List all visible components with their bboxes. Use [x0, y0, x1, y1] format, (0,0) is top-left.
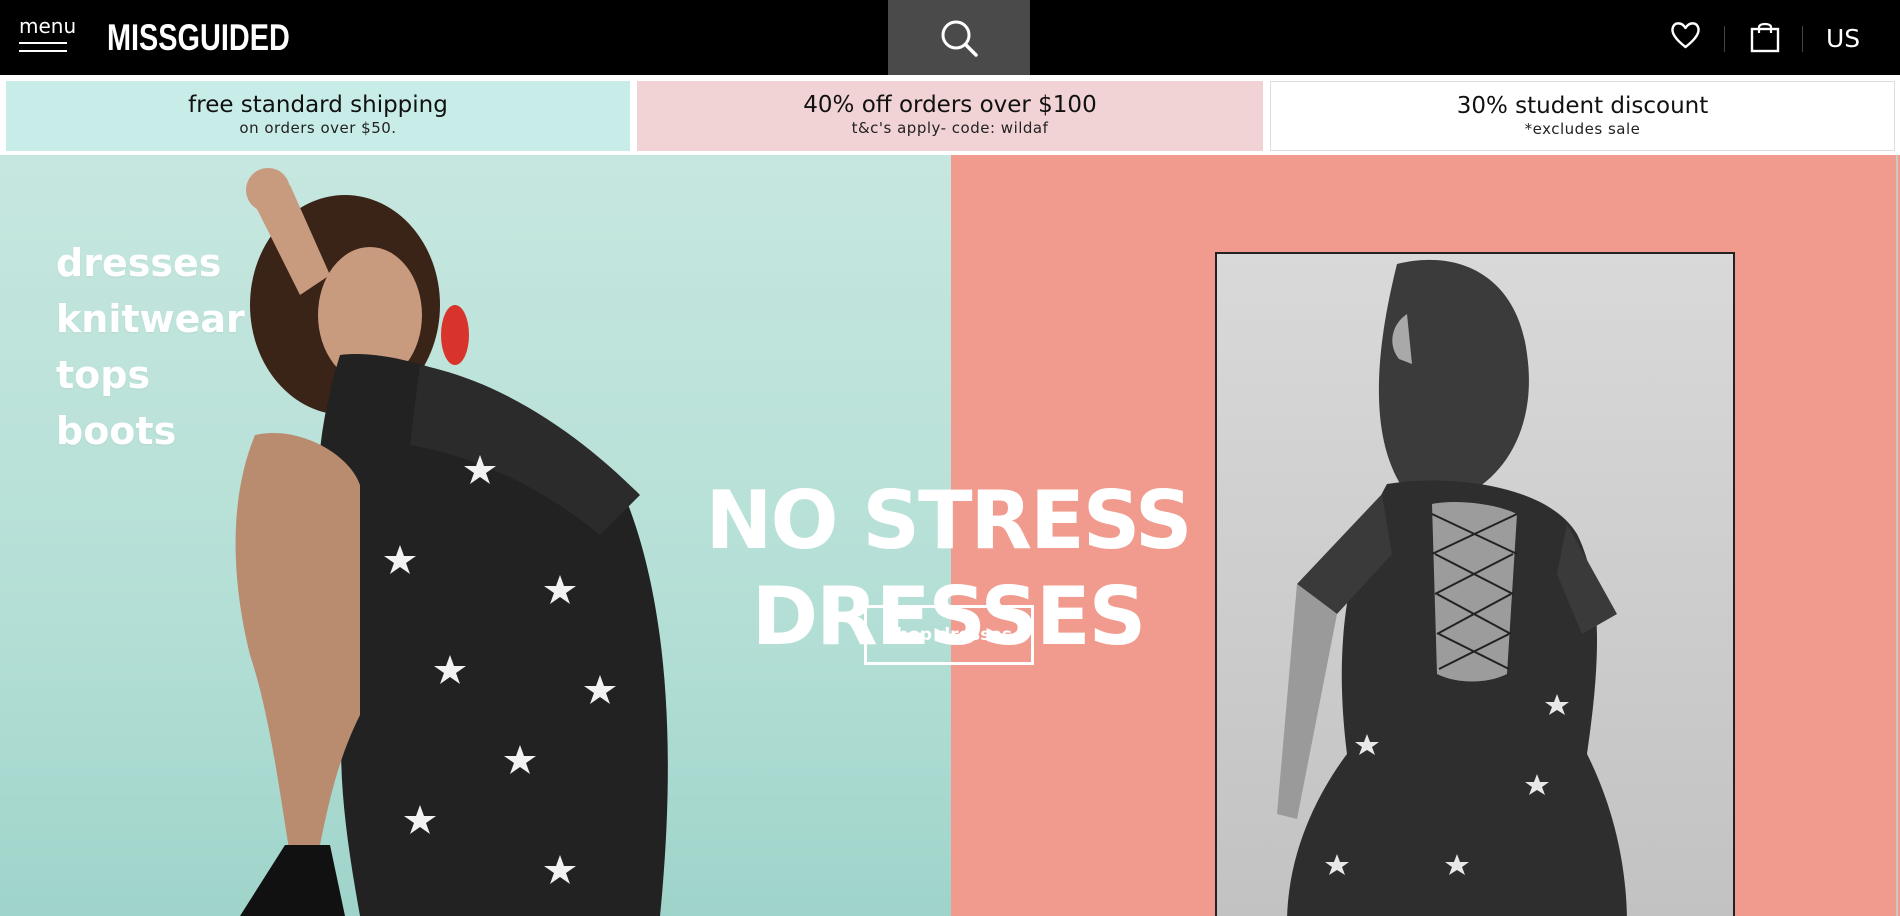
- promo-title: 40% off orders over $100: [803, 92, 1097, 118]
- promo-subtitle: *excludes sale: [1524, 120, 1641, 138]
- category-link-tops[interactable]: tops: [56, 347, 245, 403]
- site-header: menu MISSGUIDED US: [0, 0, 1900, 75]
- promo-title: free standard shipping: [188, 92, 448, 118]
- promo-subtitle: on orders over $50.: [239, 119, 397, 137]
- category-link-knitwear[interactable]: knitwear: [56, 291, 245, 347]
- shopping-bag-icon[interactable]: [1750, 21, 1780, 53]
- hero-banner: dresses knitwear tops boots NO STRESS DR…: [0, 155, 1900, 916]
- menu-button[interactable]: menu: [19, 14, 77, 54]
- hamburger-icon: [19, 42, 67, 58]
- category-links: dresses knitwear tops boots: [56, 235, 245, 459]
- promo-title: 30% student discount: [1456, 93, 1709, 119]
- menu-label: menu: [19, 14, 77, 38]
- country-selector[interactable]: US: [1826, 24, 1860, 54]
- header-divider: [1724, 26, 1725, 52]
- promo-discount[interactable]: 40% off orders over $100 t&c's apply- co…: [637, 81, 1263, 151]
- promo-subtitle: t&c's apply- code: wildaf: [851, 119, 1049, 137]
- shop-dresses-button[interactable]: shop dresses: [864, 605, 1034, 665]
- search-icon: [941, 20, 978, 57]
- promo-free-shipping[interactable]: free standard shipping on orders over $5…: [6, 81, 630, 151]
- header-divider: [1802, 26, 1803, 52]
- category-link-dresses[interactable]: dresses: [56, 235, 245, 291]
- search-button[interactable]: [888, 0, 1030, 75]
- site-logo[interactable]: MISSGUIDED: [107, 17, 290, 59]
- promo-student-discount[interactable]: 30% student discount *excludes sale: [1270, 81, 1895, 151]
- heart-icon[interactable]: [1669, 20, 1702, 50]
- page-edge-divider: [1896, 155, 1898, 916]
- category-link-boots[interactable]: boots: [56, 403, 245, 459]
